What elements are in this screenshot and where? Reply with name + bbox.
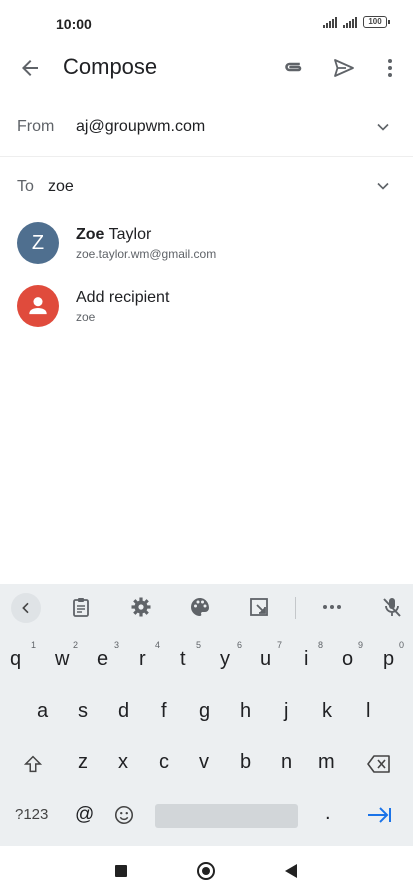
to-input[interactable]: zoe (48, 178, 74, 196)
hint-3: 3 (114, 640, 120, 650)
contact-name-match: Zoe (76, 226, 105, 243)
keyboard: q 1 w 2 e 3 r 4 t 5 y 6 u 7 i 8 o 9 p 0 … (0, 584, 413, 846)
key-row-4: ?123 @ . (0, 790, 413, 842)
hint-4: 4 (155, 640, 161, 650)
send-icon[interactable] (332, 56, 356, 80)
key-g[interactable]: g (199, 700, 210, 723)
battery-icon: 100 (363, 16, 390, 28)
key-row-2: a s d f g h j k l (0, 688, 413, 740)
nav-square-icon[interactable] (115, 865, 127, 877)
app-bar: Compose (0, 44, 413, 92)
key-z[interactable]: z (78, 751, 88, 774)
key-w[interactable]: w (55, 648, 69, 671)
key-f[interactable]: f (161, 700, 167, 723)
key-n[interactable]: n (281, 751, 292, 774)
space-key[interactable] (155, 804, 298, 828)
key-row-3: z x c v b n m (0, 739, 413, 791)
key-s[interactable]: s (78, 700, 88, 723)
system-nav-bar (0, 846, 413, 896)
signal-icon (323, 16, 337, 28)
to-field[interactable]: To zoe (0, 158, 413, 214)
page-title: Compose (63, 54, 158, 79)
from-field[interactable]: From aj@groupwm.com (0, 100, 413, 157)
key-c[interactable]: c (159, 751, 169, 774)
keyboard-toolbar (0, 584, 413, 630)
at-key[interactable]: @ (75, 804, 94, 826)
key-y[interactable]: y (220, 648, 230, 671)
suggestion-add-recipient[interactable]: Add recipient zoe (0, 275, 413, 337)
add-recipient-label: Add recipient (76, 289, 170, 306)
key-q[interactable]: q (10, 648, 21, 671)
signal-icon (343, 16, 357, 28)
attach-icon[interactable] (282, 56, 306, 80)
key-a[interactable]: a (37, 700, 48, 723)
period-key[interactable]: . (325, 802, 331, 825)
contact-name-rest: Taylor (104, 226, 152, 243)
backspace-icon[interactable] (366, 753, 392, 775)
hint-7: 7 (277, 640, 283, 650)
key-l[interactable]: l (366, 700, 370, 723)
contact-email: zoe.taylor.wm@gmail.com (76, 247, 217, 261)
resize-icon[interactable] (247, 595, 271, 619)
key-j[interactable]: j (284, 700, 288, 723)
chevron-down-icon[interactable] (373, 117, 393, 137)
ellipsis-icon[interactable] (320, 595, 344, 619)
settings-icon[interactable] (129, 595, 153, 619)
key-m[interactable]: m (318, 751, 335, 774)
add-recipient-sub: zoe (76, 310, 96, 324)
palette-icon[interactable] (188, 595, 212, 619)
symbols-key[interactable]: ?123 (15, 806, 48, 823)
key-o[interactable]: o (342, 648, 353, 671)
nav-home-icon[interactable] (197, 862, 215, 880)
from-label: From (17, 118, 55, 135)
status-time: 10:00 (56, 16, 92, 32)
hint-8: 8 (318, 640, 324, 650)
key-x[interactable]: x (118, 751, 128, 774)
suggestion-contact[interactable]: Z Zoe Taylor zoe.taylor.wm@gmail.com (0, 212, 413, 274)
contact-name: Zoe Taylor (76, 226, 151, 244)
person-icon (17, 285, 59, 327)
chevron-left-icon (22, 602, 29, 614)
status-bar: 10:00 100 (0, 0, 413, 48)
hint-1: 1 (31, 640, 37, 650)
shift-icon[interactable] (22, 753, 44, 775)
hint-5: 5 (196, 640, 202, 650)
hint-2: 2 (73, 640, 79, 650)
key-k[interactable]: k (322, 700, 332, 723)
chevron-down-icon[interactable] (373, 176, 393, 196)
nav-back-icon[interactable] (284, 863, 298, 879)
status-icons: 100 (323, 16, 390, 28)
hint-6: 6 (237, 640, 243, 650)
hint-9: 9 (358, 640, 364, 650)
tab-enter-icon[interactable] (366, 805, 392, 825)
hint-0: 0 (399, 640, 405, 650)
mic-off-icon[interactable] (380, 595, 404, 619)
key-i[interactable]: i (304, 648, 308, 671)
to-label: To (17, 178, 34, 195)
key-e[interactable]: e (97, 648, 108, 671)
emoji-icon[interactable] (113, 804, 135, 826)
key-h[interactable]: h (240, 700, 251, 723)
toolbar-divider (295, 597, 296, 619)
key-v[interactable]: v (199, 751, 209, 774)
key-p[interactable]: p (383, 648, 394, 671)
clipboard-icon[interactable] (69, 595, 93, 619)
avatar: Z (17, 222, 59, 264)
key-b[interactable]: b (240, 751, 251, 774)
back-arrow-icon[interactable] (18, 56, 42, 80)
key-d[interactable]: d (118, 700, 129, 723)
collapse-button[interactable] (11, 593, 41, 623)
more-vert-icon[interactable] (378, 56, 402, 80)
from-value: aj@groupwm.com (76, 118, 206, 135)
key-t[interactable]: t (180, 648, 186, 671)
key-row-1: q 1 w 2 e 3 r 4 t 5 y 6 u 7 i 8 o 9 p 0 (0, 636, 413, 688)
key-r[interactable]: r (139, 648, 146, 671)
key-u[interactable]: u (260, 648, 271, 671)
